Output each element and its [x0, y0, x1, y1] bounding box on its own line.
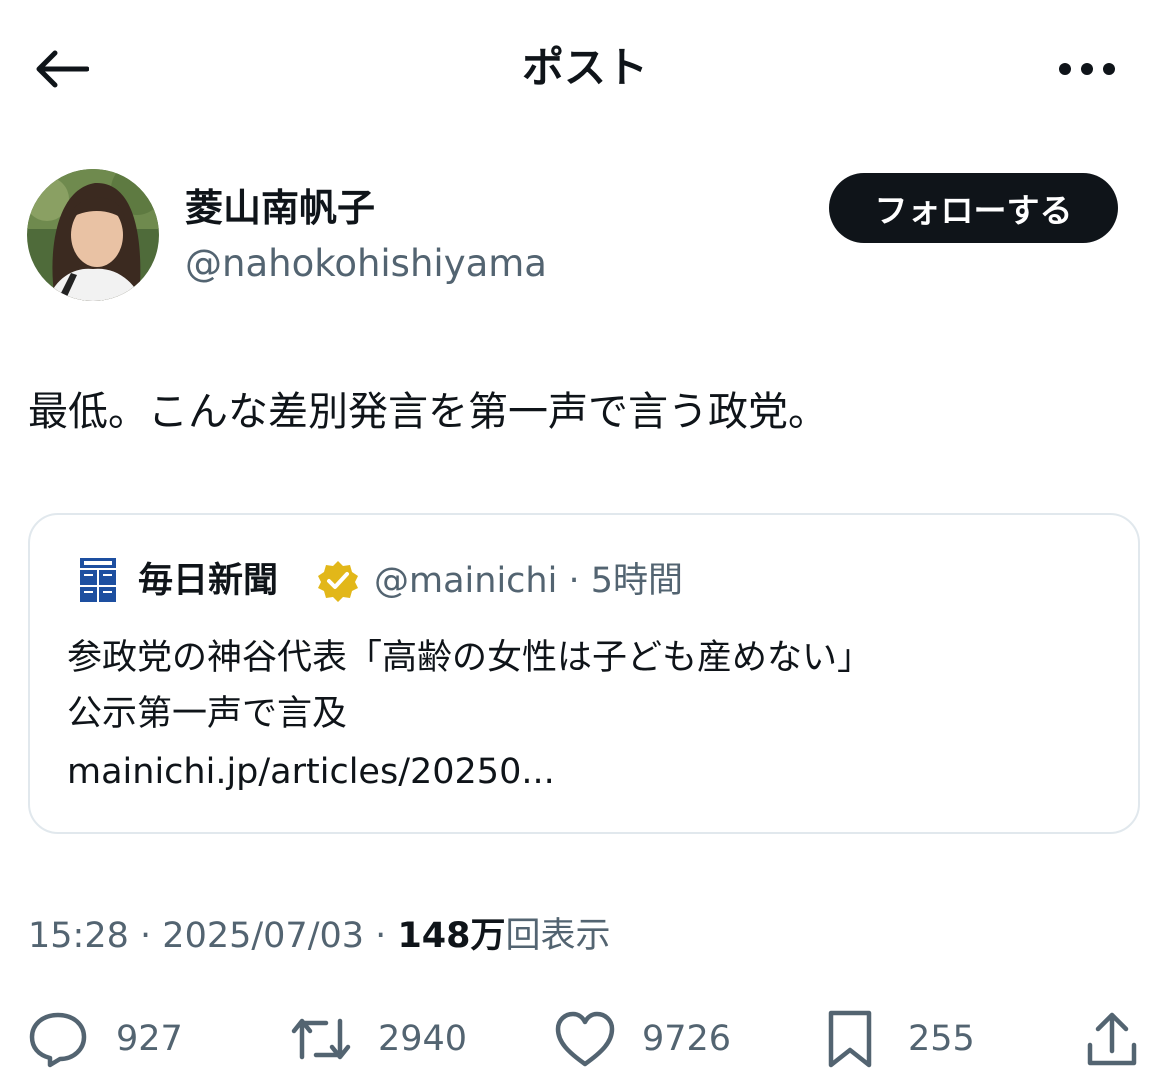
post-date: 2025/07/03 — [162, 916, 365, 956]
like-button[interactable]: 9726 — [554, 1004, 731, 1074]
quoted-post-link[interactable]: mainichi.jp/articles/20250... — [67, 744, 555, 800]
post-time: 15:28 — [28, 916, 129, 956]
reply-count: 927 — [116, 1019, 183, 1059]
reply-icon — [29, 1012, 87, 1068]
repost-icon — [291, 1018, 351, 1060]
follow-button[interactable]: フォローする — [829, 173, 1118, 243]
meta-separator: · — [568, 561, 580, 601]
quoted-post-time: 5時間 — [590, 561, 684, 601]
views-label: 回表示 — [505, 916, 611, 956]
bookmark-button[interactable]: 255 — [826, 1004, 975, 1074]
author-name[interactable]: 菱山南帆子 — [185, 180, 375, 236]
more-horizontal-icon — [1059, 63, 1115, 75]
share-button[interactable] — [1084, 1004, 1140, 1074]
post-meta: 15:28 · 2025/07/03 · 148万回表示 — [28, 908, 611, 964]
mainichi-logo-icon — [78, 558, 118, 602]
quoted-author-handle: @mainichi — [374, 561, 558, 601]
author-handle[interactable]: @nahokohishiyama — [185, 238, 547, 290]
quoted-author-meta: @mainichi · 5時間 — [374, 554, 683, 608]
views-count[interactable]: 148万 — [397, 916, 505, 956]
like-count: 9726 — [642, 1019, 732, 1059]
more-button[interactable] — [1052, 38, 1122, 100]
meta-separator: · — [140, 916, 152, 956]
avatar[interactable] — [27, 169, 159, 301]
meta-separator: · — [375, 916, 387, 956]
repost-button[interactable]: 2940 — [288, 1004, 467, 1074]
reply-button[interactable]: 927 — [28, 1004, 183, 1074]
avatar-photo — [27, 169, 159, 301]
share-icon — [1087, 1012, 1137, 1066]
bookmark-icon — [828, 1010, 872, 1068]
quoted-post-text-line-2: 公示第一声で言及 — [67, 694, 348, 734]
quoted-author-name: 毎日新聞 — [138, 561, 279, 601]
bookmark-count: 255 — [908, 1019, 975, 1059]
verified-badge-icon — [316, 559, 360, 603]
quoted-post-text-line-1: 参政党の神谷代表「高齢の女性は子ども産めない」 — [67, 638, 873, 678]
post-text: 最低。こんな差別発言を第一声で言う政党。 — [28, 389, 828, 435]
page-title: ポスト — [521, 43, 648, 92]
repost-count: 2940 — [378, 1019, 468, 1059]
heart-icon — [555, 1011, 615, 1067]
